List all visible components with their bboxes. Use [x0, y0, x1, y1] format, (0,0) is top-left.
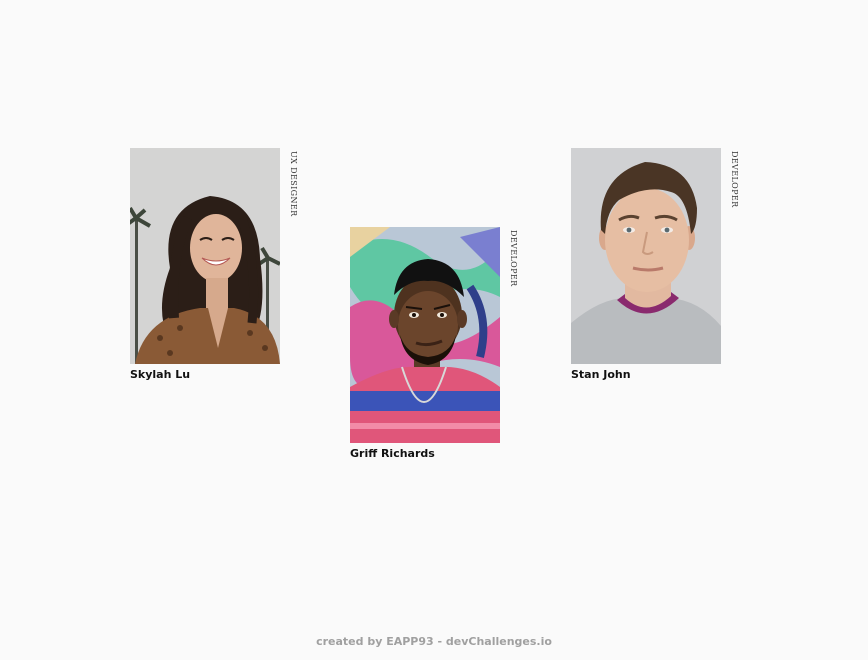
team-card-skylah: UX DESIGNER Skylah Lu: [130, 148, 298, 381]
role-label: DEVELOPER: [509, 230, 518, 287]
portrait-image: [571, 148, 721, 364]
profile-photo: [571, 148, 721, 364]
role-label: DEVELOPER: [730, 151, 739, 208]
team-card-griff: DEVELOPER Griff Richards: [350, 227, 518, 460]
portrait-image: [350, 227, 500, 443]
member-name: Skylah Lu: [130, 368, 191, 381]
member-name: Griff Richards: [350, 447, 435, 460]
team-card-stan: DEVELOPER Stan John: [571, 148, 739, 381]
member-name: Stan John: [571, 368, 631, 381]
role-label: UX DESIGNER: [289, 151, 298, 217]
portrait-image: [130, 148, 280, 364]
profile-photo: [130, 148, 280, 364]
profile-photo: [350, 227, 500, 443]
footer-credit: created by EAPP93 - devChallenges.io: [316, 635, 552, 648]
